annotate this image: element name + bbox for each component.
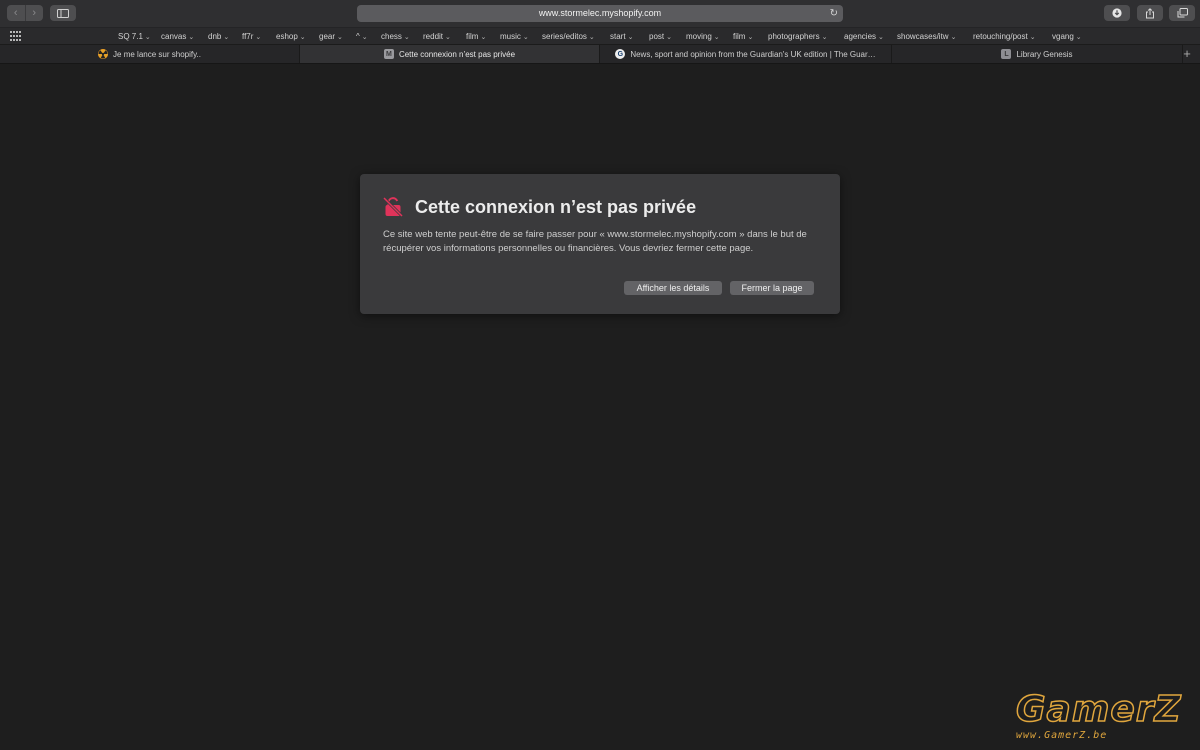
favicon-l-icon: L bbox=[1001, 49, 1012, 59]
downloads-button[interactable] bbox=[1104, 5, 1130, 21]
address-bar[interactable]: www.stormelec.myshopify.com ↻ bbox=[357, 5, 843, 22]
chevron-down-icon: ⌄ bbox=[588, 34, 595, 41]
chevron-down-icon: ⌄ bbox=[188, 34, 195, 41]
tab-title: News, sport and opinion from the Guardia… bbox=[630, 49, 876, 59]
watermark: GamerZ www.GamerZ.be bbox=[1012, 689, 1188, 745]
tab-title: Library Genesis bbox=[1016, 49, 1073, 59]
bookmark-folder[interactable]: canvas ⌄ bbox=[161, 28, 194, 45]
chevron-right-icon: › bbox=[32, 7, 37, 19]
share-button[interactable] bbox=[1137, 5, 1163, 21]
chevron-down-icon: ⌄ bbox=[445, 34, 451, 41]
show-details-button[interactable]: Afficher les détails bbox=[624, 281, 722, 295]
bookmark-folder[interactable]: series/editos ⌄ bbox=[542, 28, 595, 45]
grid-icon[interactable] bbox=[10, 31, 21, 41]
tab-bar: Je me lance sur shopify.. M Cette connex… bbox=[0, 44, 1200, 64]
download-icon bbox=[1112, 8, 1122, 18]
chevron-down-icon: ⌄ bbox=[255, 34, 262, 41]
watermark-logo: GamerZ bbox=[1015, 689, 1182, 731]
plus-icon: + bbox=[1183, 46, 1191, 61]
chevron-down-icon: ⌄ bbox=[522, 34, 529, 41]
bookmark-folder[interactable]: vgang ⌄ bbox=[1052, 28, 1082, 45]
tab-shopify[interactable]: Je me lance sur shopify.. bbox=[0, 45, 300, 63]
tab-guardian[interactable]: G News, sport and opinion from the Guard… bbox=[600, 45, 892, 63]
bookmark-folder[interactable]: SQ 7.1 ⌄ bbox=[118, 28, 151, 45]
bookmark-folder[interactable]: retouching/post ⌄ bbox=[973, 28, 1036, 45]
bookmark-folder[interactable]: ff7r ⌄ bbox=[242, 28, 261, 45]
chevron-down-icon: ⌄ bbox=[299, 34, 306, 41]
bookmark-folder[interactable]: photographers ⌄ bbox=[768, 28, 827, 45]
url-text: www.stormelec.myshopify.com bbox=[538, 8, 662, 18]
bookmarks-bar: SQ 7.1 ⌄ canvas ⌄ dnb ⌄ ff7r ⌄ eshop ⌄ gear ⌄ … bbox=[0, 27, 1200, 45]
bookmark-folder[interactable]: ^ ⌄ bbox=[356, 28, 368, 45]
chevron-down-icon: ⌄ bbox=[666, 34, 672, 41]
bookmark-folder[interactable]: showcases/itw ⌄ bbox=[897, 28, 956, 45]
bookmark-folder[interactable]: start ⌄ bbox=[610, 28, 633, 45]
bookmark-folder[interactable]: moving ⌄ bbox=[686, 28, 720, 45]
reload-icon[interactable]: ↻ bbox=[830, 7, 838, 20]
bookmark-folder[interactable]: film ⌄ bbox=[733, 28, 753, 45]
bookmark-folder[interactable]: dnb ⌄ bbox=[208, 28, 229, 45]
forward-button[interactable]: › bbox=[24, 5, 43, 21]
bookmark-folder[interactable]: post ⌄ bbox=[649, 28, 672, 45]
tabs-overview-icon bbox=[1177, 8, 1188, 18]
chevron-down-icon: ⌄ bbox=[1075, 34, 1082, 41]
dialog-title: Cette connexion n’est pas privée bbox=[415, 197, 697, 217]
favicon-m-icon: M bbox=[383, 49, 394, 59]
chevron-down-icon: ⌄ bbox=[337, 34, 343, 41]
bookmark-folder[interactable]: film ⌄ bbox=[466, 28, 486, 45]
bookmark-folder[interactable]: eshop ⌄ bbox=[276, 28, 306, 45]
chevron-down-icon: ⌄ bbox=[361, 34, 368, 41]
tab-title: Cette connexion n’est pas privée bbox=[398, 49, 516, 59]
bookmark-folder[interactable]: chess ⌄ bbox=[381, 28, 410, 45]
bookmark-folder[interactable]: gear ⌄ bbox=[319, 28, 343, 45]
favicon-g-icon: G bbox=[615, 49, 626, 59]
privacy-warning-dialog: Cette connexion n’est pas privée Ce site… bbox=[360, 174, 840, 314]
sidebar-toggle-button[interactable] bbox=[50, 5, 76, 21]
chevron-down-icon: ⌄ bbox=[403, 34, 410, 41]
dialog-message: Ce site web tente peut-être de se faire … bbox=[383, 229, 807, 254]
new-tab-button[interactable]: + bbox=[1180, 46, 1194, 62]
bookmark-folder[interactable]: music ⌄ bbox=[500, 28, 529, 45]
tab-connection-error[interactable]: M Cette connexion n’est pas privée bbox=[300, 45, 600, 63]
back-button[interactable]: ‹ bbox=[7, 5, 25, 21]
radiation-icon bbox=[98, 49, 109, 59]
chevron-down-icon: ⌄ bbox=[480, 34, 487, 41]
chevron-down-icon: ⌄ bbox=[223, 34, 230, 41]
chevron-left-icon: ‹ bbox=[13, 7, 18, 19]
chevron-down-icon: ⌄ bbox=[713, 34, 720, 41]
chevron-down-icon: ⌄ bbox=[878, 34, 884, 41]
broken-lock-icon bbox=[382, 196, 404, 218]
share-icon bbox=[1146, 7, 1154, 18]
browser-toolbar: ‹ › www.stormelec.myshopify.com ↻ bbox=[0, 0, 1200, 27]
chevron-down-icon: ⌄ bbox=[747, 34, 754, 41]
bookmark-folder[interactable]: reddit ⌄ bbox=[423, 28, 451, 45]
close-page-button[interactable]: Fermer la page bbox=[730, 281, 814, 295]
navigation-buttons: ‹ › bbox=[7, 5, 43, 21]
bookmark-folder[interactable]: agencies ⌄ bbox=[844, 28, 884, 45]
chevron-down-icon: ⌄ bbox=[821, 34, 828, 41]
watermark-url: www.GamerZ.be bbox=[1016, 730, 1108, 741]
chevron-down-icon: ⌄ bbox=[1029, 34, 1036, 41]
chevron-down-icon: ⌄ bbox=[627, 34, 634, 41]
tab-library-genesis[interactable]: L Library Genesis bbox=[892, 45, 1183, 63]
chevron-down-icon: ⌄ bbox=[950, 34, 957, 41]
sidebar-icon bbox=[57, 8, 69, 18]
tabs-overview-button[interactable] bbox=[1169, 5, 1195, 21]
tab-title: Je me lance sur shopify.. bbox=[113, 49, 201, 59]
chevron-down-icon: ⌄ bbox=[144, 34, 151, 41]
